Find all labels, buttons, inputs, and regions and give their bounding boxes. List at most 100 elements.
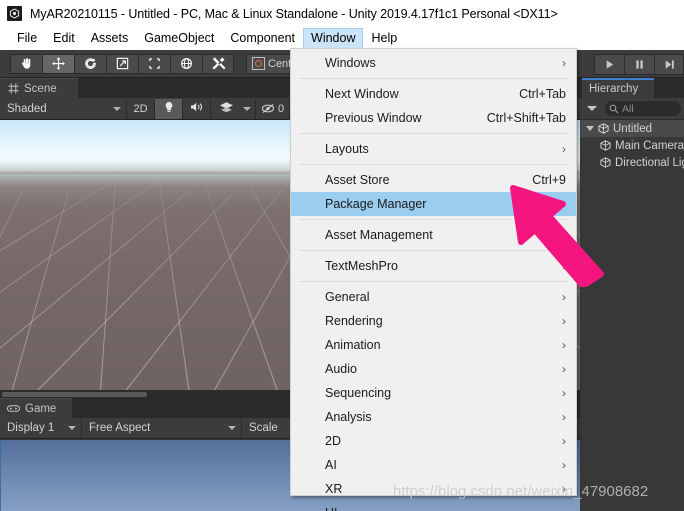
chevron-right-icon: › (562, 362, 566, 376)
menu-item-layouts[interactable]: Layouts › (291, 137, 576, 161)
window-title: MyAR20210115 - Untitled - PC, Mac & Linu… (30, 6, 558, 21)
aspect-dropdown[interactable]: Free Aspect (82, 418, 242, 438)
hierarchy-row-scene[interactable]: Untitled (580, 120, 684, 137)
menu-item-shortcut: Ctrl+Shift+Tab (486, 111, 566, 125)
hierarchy-search-row: All (580, 98, 684, 120)
menu-item-package-manager[interactable]: Package Manager (291, 192, 576, 216)
chevron-right-icon: › (562, 410, 566, 424)
hierarchy-tab-label: Hierarchy (589, 83, 639, 95)
chevron-right-icon: › (562, 142, 566, 156)
menu-item-label: Rendering (325, 314, 383, 328)
rotate-tool-button[interactable] (74, 53, 106, 74)
chevron-right-icon: › (562, 386, 566, 400)
hierarchy-tab-row: Hierarchy (580, 78, 684, 98)
menu-item-label: Asset Management (325, 228, 433, 242)
menu-gameobject[interactable]: GameObject (136, 28, 222, 49)
effects-dropdown-button[interactable] (239, 98, 256, 119)
transform-tools-group (10, 53, 234, 74)
hierarchy-search-value: All (622, 102, 634, 115)
scene-tab-label: Scene (24, 82, 57, 95)
gameobject-icon (600, 157, 611, 168)
scrollbar-thumb[interactable] (2, 392, 147, 397)
scene-grid-icon (8, 83, 19, 94)
menu-item-2d[interactable]: 2D › (291, 429, 576, 453)
pivot-center-icon (252, 57, 265, 70)
display-dropdown[interactable]: Display 1 (0, 418, 82, 438)
hierarchy-item-label: Main Camera (615, 139, 684, 152)
create-menu-caret-icon[interactable] (587, 106, 597, 111)
menu-file[interactable]: File (9, 28, 45, 49)
window-dropdown-menu: Windows › Next Window Ctrl+Tab Previous … (290, 48, 577, 511)
pause-button[interactable] (624, 53, 654, 75)
menu-assets[interactable]: Assets (83, 28, 137, 49)
menu-item-label: Audio (325, 362, 357, 376)
menu-item-label: Animation (325, 338, 381, 352)
menu-edit[interactable]: Edit (45, 28, 83, 49)
menu-item-label: Package Manager (325, 197, 427, 211)
menu-item-previous-window[interactable]: Previous Window Ctrl+Shift+Tab (291, 106, 576, 130)
unity-scene-icon (598, 123, 609, 134)
menu-item-windows[interactable]: Windows › (291, 51, 576, 75)
menu-separator (299, 78, 568, 79)
shading-mode-dropdown[interactable]: Shaded (0, 98, 127, 119)
chevron-right-icon: › (562, 507, 566, 511)
audio-toggle-button[interactable] (183, 98, 211, 119)
effects-icon (219, 101, 234, 116)
menu-separator (299, 133, 568, 134)
transform-tool-button[interactable] (170, 53, 202, 74)
step-button[interactable] (654, 53, 684, 75)
expand-triangle-icon[interactable] (586, 126, 594, 131)
menu-item-general[interactable]: General › (291, 285, 576, 309)
menu-item-animation[interactable]: Animation › (291, 333, 576, 357)
menu-item-asset-store[interactable]: Asset Store Ctrl+9 (291, 168, 576, 192)
menu-item-label: TextMeshPro (325, 259, 398, 273)
menu-item-label: Next Window (325, 87, 399, 101)
toggle-2d-button[interactable]: 2D (127, 98, 155, 119)
watermark-text: https://blog.csdn.net/weixin_47908682 (393, 483, 649, 500)
custom-tool-button[interactable] (202, 53, 234, 74)
gameobject-icon (600, 140, 611, 151)
menu-item-sequencing[interactable]: Sequencing › (291, 381, 576, 405)
chevron-down-icon (68, 426, 76, 430)
gizmos-toggle-button[interactable]: 0 (256, 98, 291, 119)
chevron-right-icon: › (562, 314, 566, 328)
menu-separator (299, 281, 568, 282)
move-tool-button[interactable] (42, 53, 74, 74)
menu-window[interactable]: Window (303, 28, 364, 49)
chevron-right-icon: › (562, 458, 566, 472)
menu-component[interactable]: Component (222, 28, 303, 49)
menu-item-ui[interactable]: UI › (291, 501, 576, 511)
menu-item-asset-management[interactable]: Asset Management › (291, 223, 576, 247)
menu-item-label: Analysis (325, 410, 372, 424)
chevron-right-icon: › (562, 434, 566, 448)
hierarchy-row-main-camera[interactable]: Main Camera (580, 137, 684, 154)
menu-item-next-window[interactable]: Next Window Ctrl+Tab (291, 82, 576, 106)
hierarchy-scene-label: Untitled (613, 122, 652, 135)
chevron-down-icon (113, 106, 121, 111)
hierarchy-search-input[interactable]: All (605, 101, 681, 116)
menu-item-label: AI (325, 458, 337, 472)
menu-item-rendering[interactable]: Rendering › (291, 309, 576, 333)
tab-scene[interactable]: Scene (0, 78, 78, 98)
hierarchy-item-label: Directional Light (615, 156, 684, 169)
play-controls-group (594, 50, 684, 78)
play-button[interactable] (594, 53, 624, 75)
tab-game[interactable]: Game (0, 398, 72, 418)
menu-item-analysis[interactable]: Analysis › (291, 405, 576, 429)
menu-help[interactable]: Help (363, 28, 405, 49)
scale-tool-button[interactable] (106, 53, 138, 74)
lighting-toggle-button[interactable] (155, 98, 183, 119)
rect-tool-button[interactable] (138, 53, 170, 74)
menu-item-label: UI (325, 506, 548, 511)
tab-hierarchy[interactable]: Hierarchy (582, 78, 654, 98)
hand-tool-button[interactable] (10, 53, 42, 74)
menu-item-label: Asset Store (325, 173, 390, 187)
effects-toggle-button[interactable] (211, 99, 239, 119)
menu-item-textmeshpro[interactable]: TextMeshPro › (291, 254, 576, 278)
gizmos-count: 0 (278, 102, 285, 115)
menu-item-audio[interactable]: Audio › (291, 357, 576, 381)
menu-item-shortcut: Ctrl+Tab (519, 87, 566, 101)
hierarchy-row-directional-light[interactable]: Directional Light (580, 154, 684, 171)
menu-separator (299, 250, 568, 251)
menu-item-ai[interactable]: AI › (291, 453, 576, 477)
